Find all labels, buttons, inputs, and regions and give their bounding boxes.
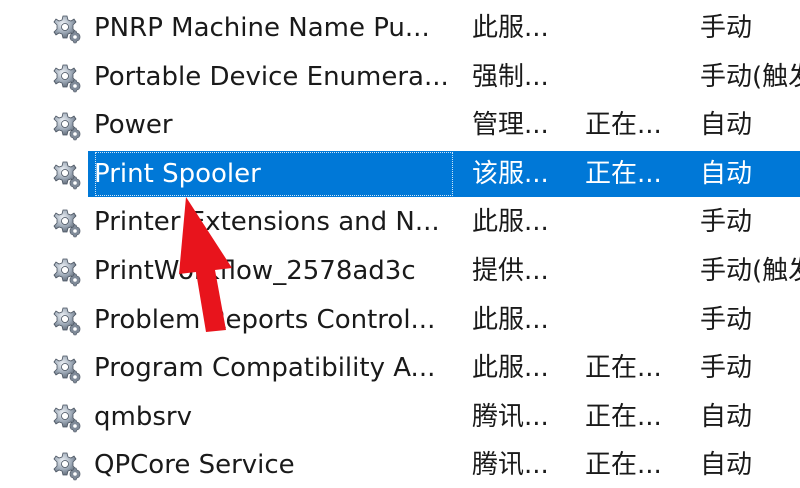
- service-row[interactable]: qmbsrv 腾讯... 正在... 自动: [0, 394, 800, 440]
- service-name: qmbsrv: [94, 401, 192, 432]
- service-startup-type: 手动(触发: [700, 61, 800, 92]
- service-startup-type: 手动: [700, 304, 753, 335]
- service-row[interactable]: QPCore Service 腾讯... 正在... 自动: [0, 442, 800, 488]
- service-description: 提供...: [472, 256, 549, 286]
- service-startup-type: 自动: [700, 450, 753, 481]
- service-name: Print Spooler: [94, 151, 454, 197]
- service-row[interactable]: PrintWorkflow_2578ad3c 提供... 手动(触发: [0, 248, 800, 294]
- gear-icon: [52, 208, 82, 238]
- service-row[interactable]: Printer Extensions and N... 此服... 手动: [0, 199, 800, 245]
- service-name: PrintWorkflow_2578ad3c: [94, 256, 416, 286]
- service-row[interactable]: Power 管理... 正在... 自动: [0, 102, 800, 148]
- service-description: 此服...: [472, 207, 549, 238]
- gear-icon: [52, 257, 82, 287]
- service-name: Portable Device Enumera...: [94, 61, 449, 92]
- gear-icon: [52, 14, 82, 44]
- service-row[interactable]: Print Spooler 该服... 正在... 自动: [53, 150, 800, 197]
- service-description: 此服...: [472, 353, 549, 384]
- gear-icon: [52, 354, 82, 384]
- service-description: 管理...: [472, 110, 549, 141]
- service-status: [585, 248, 685, 294]
- service-status: 正在...: [585, 158, 662, 189]
- service-name: Problem Reports Control...: [94, 304, 436, 335]
- service-status: [585, 5, 685, 51]
- service-startup-type: 手动(触发: [700, 256, 800, 286]
- gear-icon: [52, 111, 82, 141]
- service-name: Power: [94, 110, 173, 141]
- service-description: 腾讯...: [472, 401, 549, 432]
- service-description: 此服...: [472, 304, 549, 335]
- service-status: [585, 199, 685, 245]
- service-description: 强制...: [472, 61, 549, 92]
- service-description: 此服...: [472, 13, 549, 43]
- gear-icon: [52, 306, 82, 336]
- service-name: Printer Extensions and N...: [94, 207, 440, 238]
- service-status: 正在...: [585, 401, 662, 432]
- service-status: [585, 297, 685, 343]
- service-name: PNRP Machine Name Pu...: [94, 13, 430, 43]
- gear-icon: [52, 160, 82, 190]
- service-description: 该服...: [472, 158, 549, 189]
- service-name: QPCore Service: [94, 450, 295, 481]
- service-row[interactable]: PNRP Machine Name Pu... 此服... 手动: [0, 5, 800, 51]
- service-startup-type: 自动: [700, 401, 753, 432]
- gear-icon: [52, 403, 82, 433]
- service-startup-type: 自动: [700, 158, 753, 189]
- service-row[interactable]: Portable Device Enumera... 强制... 手动(触发: [0, 54, 800, 100]
- service-name: Program Compatibility A...: [94, 353, 436, 384]
- service-row[interactable]: Problem Reports Control... 此服... 手动: [0, 297, 800, 343]
- service-startup-type: 手动: [700, 353, 753, 384]
- service-status: 正在...: [585, 450, 662, 481]
- services-list: PNRP Machine Name Pu... 此服... 手动 Portable …: [0, 0, 800, 481]
- service-row[interactable]: Program Compatibility A... 此服... 正在... 手动: [0, 345, 800, 391]
- service-status: 正在...: [585, 110, 662, 141]
- service-status: [585, 54, 685, 100]
- service-startup-type: 自动: [700, 110, 753, 141]
- service-description: 腾讯...: [472, 450, 549, 481]
- service-startup-type: 手动: [700, 13, 753, 43]
- service-startup-type: 手动: [700, 207, 753, 238]
- gear-icon: [52, 451, 82, 481]
- service-status: 正在...: [585, 353, 662, 384]
- gear-icon: [52, 63, 82, 93]
